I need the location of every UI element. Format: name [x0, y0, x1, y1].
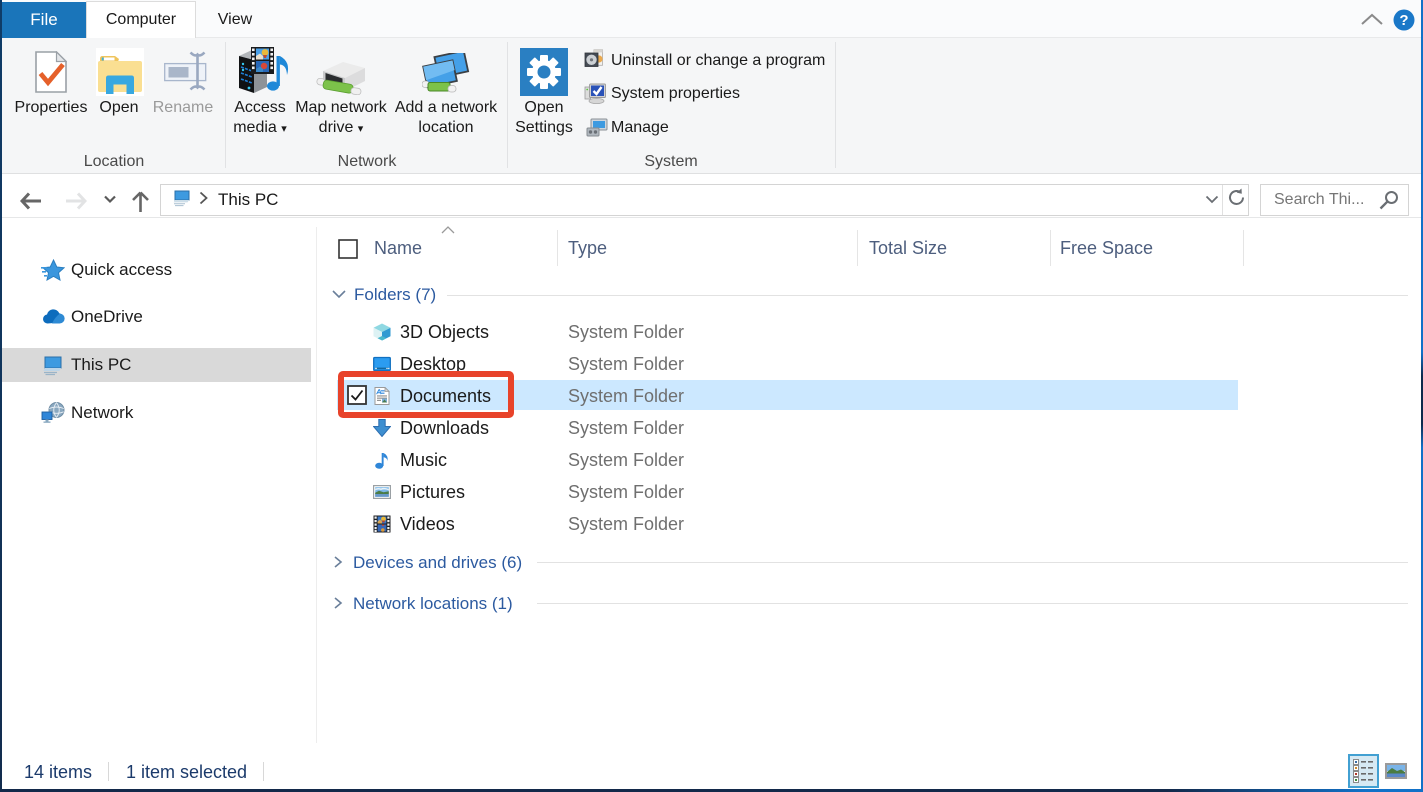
svg-text:?: ?: [1399, 12, 1408, 29]
